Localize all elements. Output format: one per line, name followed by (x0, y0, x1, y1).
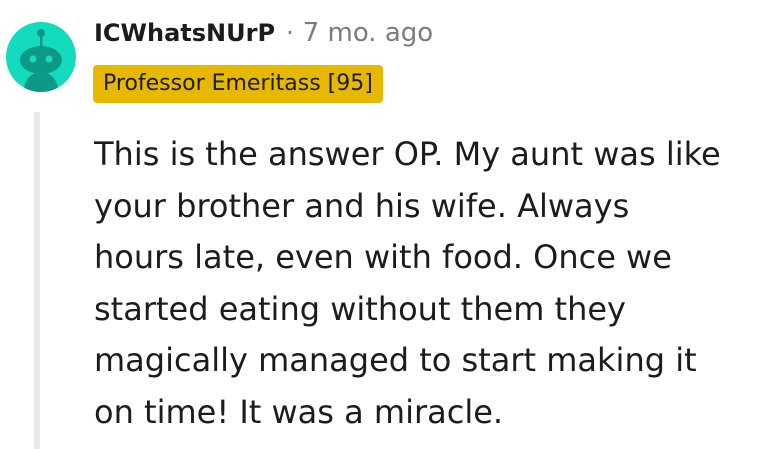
thread-line[interactable] (34, 112, 40, 449)
user-flair-badge: Professor Emeritass [95] (93, 65, 383, 103)
comment-text-line: hours late, even with food. Once we (94, 238, 672, 276)
comment-text-line: started eating without them they (94, 289, 626, 328)
comment-body: This is the answer OP. My aunt was like … (94, 129, 754, 438)
comment-meta: ICWhatsNUrP · 7 mo. ago (94, 13, 433, 53)
comment-text-line: magically managed to start making it (94, 341, 697, 379)
comment-text-line: This is the answer OP. My aunt was like (94, 135, 721, 173)
timestamp-link[interactable]: 7 mo. ago (303, 18, 433, 48)
username-link[interactable]: ICWhatsNUrP (94, 19, 275, 47)
comment-text-line: your brother and his wife. Always (94, 186, 630, 225)
meta-separator: · (286, 19, 294, 47)
user-avatar[interactable] (6, 22, 76, 92)
comment-text-line: on time! It was a miracle. (94, 392, 504, 431)
reddit-snoo-avatar-icon (6, 22, 76, 92)
